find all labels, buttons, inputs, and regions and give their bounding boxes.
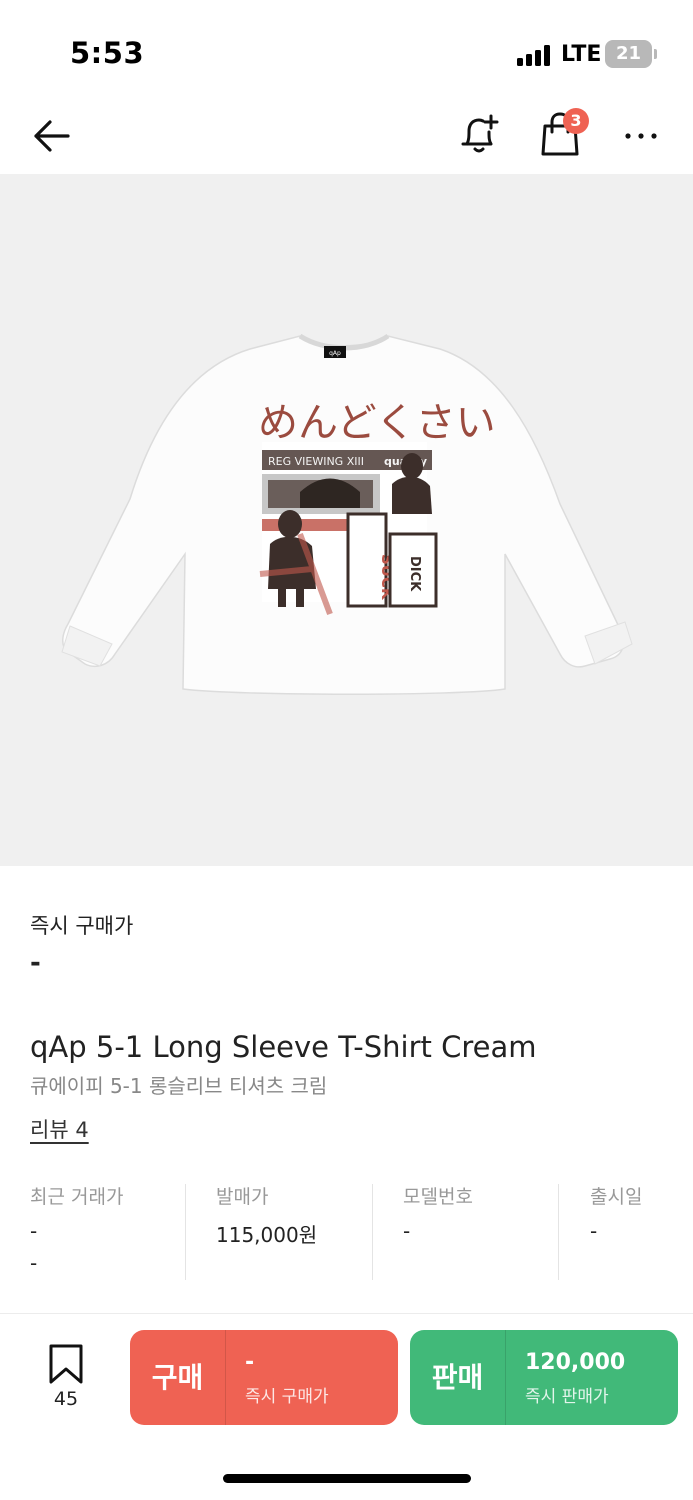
top-nav: 3 <box>0 100 693 172</box>
arrow-left-icon <box>34 120 70 152</box>
buy-price: - <box>245 1350 255 1375</box>
signal-icon <box>517 44 555 66</box>
sell-label: 판매 <box>431 1361 484 1394</box>
back-button[interactable] <box>28 112 76 160</box>
wishlist-count: 45 <box>53 1388 79 1410</box>
tshirt-illustration: qAp めんどくさい REG VIEWING XIII quality SUCK… <box>61 333 633 695</box>
divider <box>185 1184 186 1280</box>
sell-sub-label: 즉시 판매가 <box>525 1387 609 1407</box>
bell-plus-icon <box>461 114 499 153</box>
buy-button[interactable]: 구매 - 즉시 구매가 <box>130 1330 398 1425</box>
spec-label: 최근 거래가 <box>30 1186 124 1208</box>
spec-value: - <box>403 1219 411 1243</box>
spec-model-number: 모델번호 - <box>403 1182 473 1282</box>
divider <box>558 1184 559 1280</box>
spec-recent-price: 최근 거래가 - - <box>30 1182 123 1282</box>
wishlist-button[interactable]: 45 <box>44 1342 88 1412</box>
bookmark-icon <box>49 1344 83 1384</box>
spec-value: - <box>590 1219 598 1243</box>
divider <box>225 1330 226 1425</box>
battery-level: 21 <box>615 43 642 64</box>
print-banner: REG VIEWING XIII <box>268 455 364 468</box>
spec-label: 모델번호 <box>403 1186 473 1208</box>
divider <box>372 1184 373 1280</box>
spec-value-secondary: - <box>30 1251 38 1275</box>
spec-release-date: 출시일 - <box>590 1182 642 1282</box>
spec-value: 115,000원 <box>216 1223 318 1247</box>
product-title: qAp 5-1 Long Sleeve T-Shirt Cream <box>30 1030 537 1064</box>
notification-button[interactable] <box>455 110 503 158</box>
more-horizontal-icon <box>625 133 657 139</box>
product-specs: 최근 거래가 - - 발매가 115,000원 모델번호 - 출시일 - <box>0 1182 693 1282</box>
product-title-korean: 큐에이피 5-1 롱슬리브 티셔츠 크림 <box>30 1074 328 1098</box>
sell-price: 120,000 <box>525 1350 626 1375</box>
spec-label: 발매가 <box>216 1186 269 1208</box>
neck-tag: qAp <box>329 350 341 357</box>
buy-label: 구매 <box>151 1361 204 1394</box>
instant-buy-label: 즉시 구매가 <box>30 914 134 938</box>
print-hiragana: めんどくさい <box>258 400 496 446</box>
review-link[interactable]: 리뷰 4 <box>30 1114 89 1144</box>
bottom-bar-divider <box>0 1313 693 1314</box>
cart-count-badge: 3 <box>563 108 589 134</box>
print-stamp-right: DICK <box>407 556 422 592</box>
spec-release-price: 발매가 115,000원 <box>216 1182 317 1282</box>
divider <box>505 1330 506 1425</box>
spec-value: - <box>30 1219 38 1243</box>
more-button[interactable] <box>620 112 664 160</box>
product-image[interactable]: qAp めんどくさい REG VIEWING XIII quality SUCK… <box>0 174 693 866</box>
buy-sub-label: 즉시 구매가 <box>245 1387 329 1407</box>
status-time: 5:53 <box>70 36 145 70</box>
sell-button[interactable]: 판매 120,000 즉시 판매가 <box>410 1330 678 1425</box>
battery-icon: 21 <box>605 40 657 68</box>
status-bar: 5:53 LTE 21 <box>0 0 693 100</box>
network-label: LTE <box>561 42 602 67</box>
cart-button[interactable]: 3 <box>535 108 591 160</box>
instant-buy-value: - <box>30 948 41 978</box>
spec-label: 출시일 <box>590 1186 643 1208</box>
home-indicator[interactable] <box>223 1474 471 1483</box>
